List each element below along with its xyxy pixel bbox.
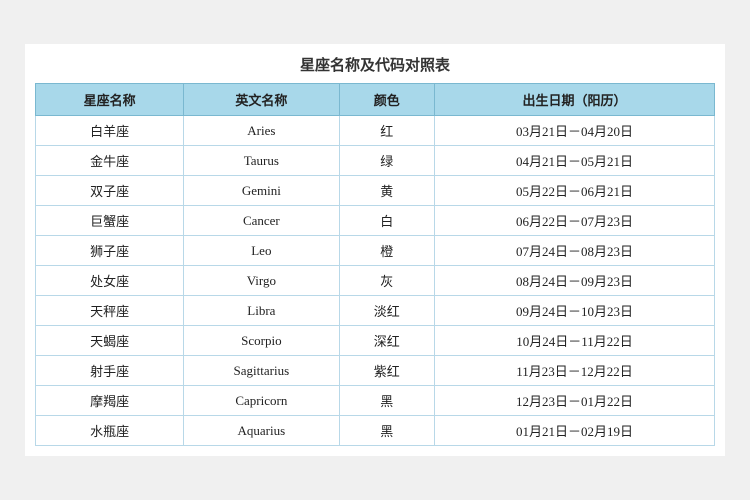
table-cell: Libra [184,296,339,326]
table-cell: 紫红 [339,356,434,386]
table-row: 金牛座Taurus绿04月21日－05月21日 [36,146,715,176]
main-container: 星座名称及代码对照表 星座名称英文名称颜色出生日期（阳历） 白羊座Aries红0… [25,44,725,456]
table-body: 白羊座Aries红03月21日－04月20日金牛座Taurus绿04月21日－0… [36,116,715,446]
table-row: 狮子座Leo橙07月24日－08月23日 [36,236,715,266]
table-cell: 射手座 [36,356,184,386]
table-row: 摩羯座Capricorn黑12月23日－01月22日 [36,386,715,416]
table-cell: Gemini [184,176,339,206]
table-header-cell: 英文名称 [184,84,339,116]
table-cell: 黄 [339,176,434,206]
table-header-row: 星座名称英文名称颜色出生日期（阳历） [36,84,715,116]
table-cell: 天秤座 [36,296,184,326]
table-row: 天蝎座Scorpio深红10月24日－11月22日 [36,326,715,356]
table-cell: 灰 [339,266,434,296]
table-cell: 巨蟹座 [36,206,184,236]
table-cell: 08月24日－09月23日 [434,266,714,296]
table-cell: 处女座 [36,266,184,296]
table-cell: Aries [184,116,339,146]
table-cell: 11月23日－12月22日 [434,356,714,386]
table-row: 天秤座Libra淡红09月24日－10月23日 [36,296,715,326]
table-row: 双子座Gemini黄05月22日－06月21日 [36,176,715,206]
table-cell: 狮子座 [36,236,184,266]
table-cell: Scorpio [184,326,339,356]
table-cell: 水瓶座 [36,416,184,446]
page-title: 星座名称及代码对照表 [35,54,715,75]
table-cell: Aquarius [184,416,339,446]
table-cell: 淡红 [339,296,434,326]
table-cell: 黑 [339,386,434,416]
table-header-cell: 颜色 [339,84,434,116]
table-cell: Taurus [184,146,339,176]
table-cell: 双子座 [36,176,184,206]
table-cell: 红 [339,116,434,146]
table-row: 处女座Virgo灰08月24日－09月23日 [36,266,715,296]
table-cell: 07月24日－08月23日 [434,236,714,266]
table-cell: Capricorn [184,386,339,416]
table-row: 巨蟹座Cancer白06月22日－07月23日 [36,206,715,236]
table-cell: 12月23日－01月22日 [434,386,714,416]
table-cell: 03月21日－04月20日 [434,116,714,146]
table-row: 射手座Sagittarius紫红11月23日－12月22日 [36,356,715,386]
table-cell: 04月21日－05月21日 [434,146,714,176]
table-cell: 09月24日－10月23日 [434,296,714,326]
table-cell: Virgo [184,266,339,296]
table-cell: 金牛座 [36,146,184,176]
table-cell: 深红 [339,326,434,356]
table-header-cell: 星座名称 [36,84,184,116]
table-cell: 橙 [339,236,434,266]
zodiac-table: 星座名称英文名称颜色出生日期（阳历） 白羊座Aries红03月21日－04月20… [35,83,715,446]
table-cell: 06月22日－07月23日 [434,206,714,236]
table-cell: 黑 [339,416,434,446]
table-row: 白羊座Aries红03月21日－04月20日 [36,116,715,146]
table-cell: 白羊座 [36,116,184,146]
table-cell: 摩羯座 [36,386,184,416]
table-header-cell: 出生日期（阳历） [434,84,714,116]
table-cell: 白 [339,206,434,236]
table-row: 水瓶座Aquarius黑01月21日－02月19日 [36,416,715,446]
table-cell: 10月24日－11月22日 [434,326,714,356]
table-cell: Cancer [184,206,339,236]
table-cell: 01月21日－02月19日 [434,416,714,446]
table-cell: Leo [184,236,339,266]
table-cell: Sagittarius [184,356,339,386]
table-cell: 05月22日－06月21日 [434,176,714,206]
table-cell: 绿 [339,146,434,176]
table-cell: 天蝎座 [36,326,184,356]
